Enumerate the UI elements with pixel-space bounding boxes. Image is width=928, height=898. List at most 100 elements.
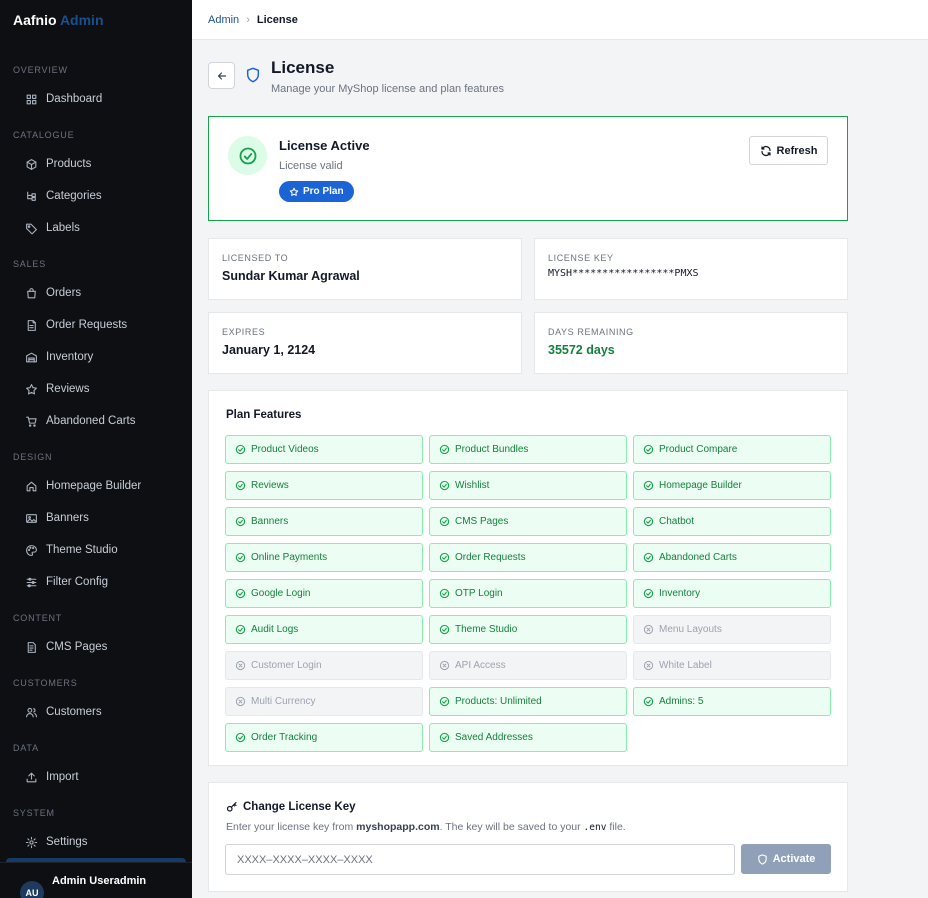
days-remaining-value: 35572 days xyxy=(548,343,615,357)
sidebar-item-categories[interactable]: Categories xyxy=(6,180,186,212)
features-grid: Product Videos Product Bundles Product Com… xyxy=(225,435,831,752)
check-circle-icon xyxy=(235,624,246,635)
sidebar-item-label: Products xyxy=(46,158,92,170)
feature-label: Chatbot xyxy=(659,515,695,527)
sidebar-item-labels[interactable]: Labels xyxy=(6,212,186,244)
main-content: License Manage your MyShop license and p… xyxy=(192,40,928,898)
brand-logo[interactable]: Aafnio Admin xyxy=(0,0,192,40)
sidebar-item-label: Orders xyxy=(46,287,82,299)
x-circle-icon xyxy=(439,660,450,671)
feature-chip: Audit Logs xyxy=(225,615,423,644)
sidebar-item-order-requests[interactable]: Order Requests xyxy=(6,309,186,341)
sidebar-item-settings[interactable]: Settings xyxy=(6,826,186,858)
check-circle-icon xyxy=(235,552,246,563)
x-circle-icon xyxy=(235,696,246,707)
activate-button[interactable]: Activate xyxy=(741,844,831,874)
breadcrumb-root[interactable]: Admin xyxy=(208,14,239,26)
sidebar-item-import[interactable]: Import xyxy=(6,761,186,793)
feature-chip: Product Bundles xyxy=(429,435,627,464)
feature-chip: Order Tracking xyxy=(225,723,423,752)
box-icon xyxy=(25,158,38,171)
sidebar-item-label: Settings xyxy=(46,836,88,848)
sidebar-item-reviews[interactable]: Reviews xyxy=(6,373,186,405)
check-circle-icon xyxy=(643,480,654,491)
feature-label: API Access xyxy=(455,659,506,671)
sidebar-item-customers[interactable]: Customers xyxy=(6,696,186,728)
feature-label: Order Requests xyxy=(455,551,526,563)
cart-icon xyxy=(25,415,38,428)
check-circle-icon xyxy=(439,444,450,455)
breadcrumb-current: License xyxy=(256,13,298,26)
sidebar-section-title: DATA xyxy=(13,743,39,753)
activate-label: Activate xyxy=(772,853,816,865)
check-circle-icon xyxy=(439,696,450,707)
palette-icon xyxy=(25,544,38,557)
upload-icon xyxy=(25,771,38,784)
sidebar-item-label: Reviews xyxy=(46,383,90,395)
feature-label: Product Compare xyxy=(659,443,738,455)
sidebar-item-label: Dashboard xyxy=(46,93,103,105)
x-circle-icon xyxy=(235,660,246,671)
feature-chip: Product Videos xyxy=(225,435,423,464)
avatar: AU xyxy=(20,881,44,898)
sidebar-section-title: DESIGN xyxy=(13,452,53,462)
page-header: License Manage your MyShop license and p… xyxy=(208,58,504,95)
feature-label: Abandoned Carts xyxy=(659,551,737,563)
sidebar-item-dashboard[interactable]: Dashboard xyxy=(6,83,186,115)
check-circle-icon xyxy=(439,588,450,599)
expires-label: EXPIRES xyxy=(222,327,266,337)
page-subtitle: Manage your MyShop license and plan feat… xyxy=(271,83,504,95)
license-status-title: License Active xyxy=(279,138,370,153)
user-menu[interactable]: AU Admin Useradmin xyxy=(0,862,192,898)
sidebar-item-orders[interactable]: Orders xyxy=(6,277,186,309)
home-icon xyxy=(25,480,38,493)
star-icon xyxy=(289,187,299,196)
feature-chip: White Label xyxy=(633,651,831,680)
star-icon xyxy=(25,383,38,396)
shield-icon xyxy=(757,853,767,865)
x-circle-icon xyxy=(643,660,654,671)
check-circle-icon xyxy=(439,552,450,563)
change-key-title: Change License Key xyxy=(226,801,355,813)
license-key-label: LICENSE KEY xyxy=(548,253,614,263)
sidebar-item-cms-pages[interactable]: CMS Pages xyxy=(6,631,186,663)
feature-label: Inventory xyxy=(659,587,701,599)
feature-chip: Banners xyxy=(225,507,423,536)
plan-badge-label: Pro Plan xyxy=(303,186,344,197)
check-circle-icon xyxy=(235,444,246,455)
grid-icon xyxy=(25,93,38,106)
sidebar-item-inventory[interactable]: Inventory xyxy=(6,341,186,373)
sidebar-item-banners[interactable]: Banners xyxy=(6,502,186,534)
refresh-button[interactable]: Refresh xyxy=(749,136,828,165)
sidebar-item-products[interactable]: Products xyxy=(6,148,186,180)
license-key-card: LICENSE KEY MYSH*****************PMXS xyxy=(534,238,848,300)
feature-label: Product Videos xyxy=(251,443,319,455)
feature-label: Menu Layouts xyxy=(659,623,722,635)
feature-chip: Multi Currency xyxy=(225,687,423,716)
sidebar-item-label: CMS Pages xyxy=(46,641,108,653)
feature-label: Saved Addresses xyxy=(455,731,533,743)
feature-label: Multi Currency xyxy=(251,695,316,707)
licensed-to-card: LICENSED TO Sundar Kumar Agrawal xyxy=(208,238,522,300)
license-key-value: MYSH*****************PMXS xyxy=(548,268,699,279)
sidebar-section-title: CUSTOMERS xyxy=(13,678,78,688)
feature-chip: Products: Unlimited xyxy=(429,687,627,716)
feature-label: Reviews xyxy=(251,479,289,491)
brand-name: Aafnio xyxy=(13,12,57,28)
tree-icon xyxy=(25,190,38,203)
license-key-input[interactable] xyxy=(225,844,735,875)
license-status-card: License Active License valid Pro Plan Re… xyxy=(208,116,848,221)
sidebar-item-filter-config[interactable]: Filter Config xyxy=(6,566,186,598)
feature-label: Homepage Builder xyxy=(659,479,742,491)
refresh-label: Refresh xyxy=(776,144,818,157)
licensed-to-label: LICENSED TO xyxy=(222,253,289,263)
sidebar-item-abandoned-carts[interactable]: Abandoned Carts xyxy=(6,405,186,437)
sidebar-item-theme-studio[interactable]: Theme Studio xyxy=(6,534,186,566)
sidebar-item-label: Order Requests xyxy=(46,319,128,331)
back-button[interactable] xyxy=(208,62,235,89)
sidebar-item-label: Homepage Builder xyxy=(46,480,142,492)
sidebar-item-homepage-builder[interactable]: Homepage Builder xyxy=(6,470,186,502)
feature-chip: Saved Addresses xyxy=(429,723,627,752)
sidebar-section-title: SYSTEM xyxy=(13,808,55,818)
check-circle-icon xyxy=(643,552,654,563)
